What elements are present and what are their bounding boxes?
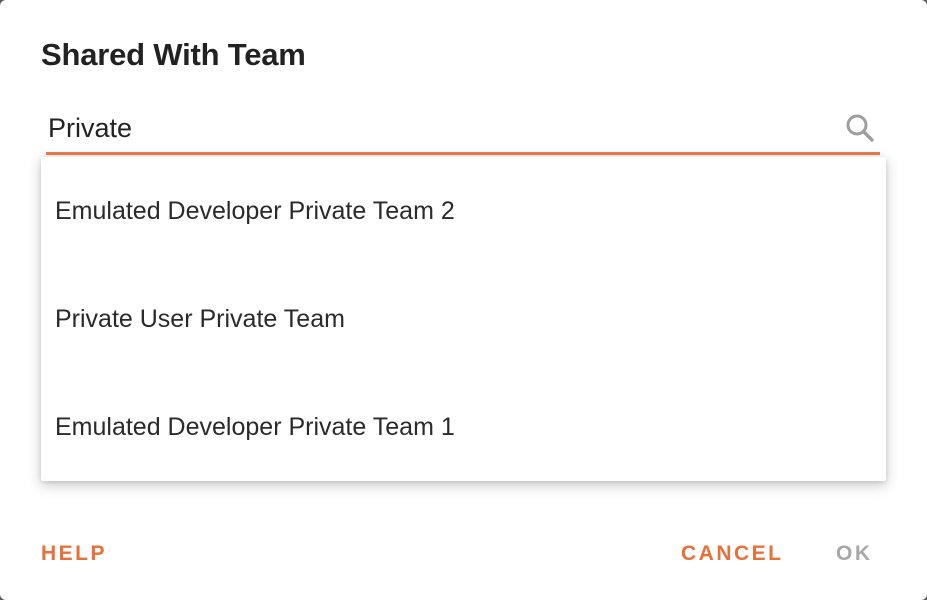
search-input[interactable] <box>46 104 828 152</box>
ok-button[interactable]: OK <box>836 536 873 572</box>
shared-with-team-dialog: Shared With Team Emulated Developer Priv… <box>0 0 927 600</box>
dropdown-option[interactable]: Emulated Developer Private Team 1 <box>41 373 886 481</box>
search-underline <box>46 152 880 155</box>
dropdown-option[interactable]: Emulated Developer Private Team 2 <box>41 157 886 265</box>
help-button[interactable]: HELP <box>41 536 107 572</box>
search-field <box>46 104 880 155</box>
autocomplete-dropdown: Emulated Developer Private Team 2 Privat… <box>41 157 886 481</box>
dialog-title: Shared With Team <box>41 37 306 72</box>
dialog-actions: HELP CANCEL OK <box>0 536 927 572</box>
search-icon[interactable] <box>844 112 876 144</box>
dropdown-option[interactable]: Private User Private Team <box>41 265 886 373</box>
cancel-button[interactable]: CANCEL <box>681 536 784 572</box>
